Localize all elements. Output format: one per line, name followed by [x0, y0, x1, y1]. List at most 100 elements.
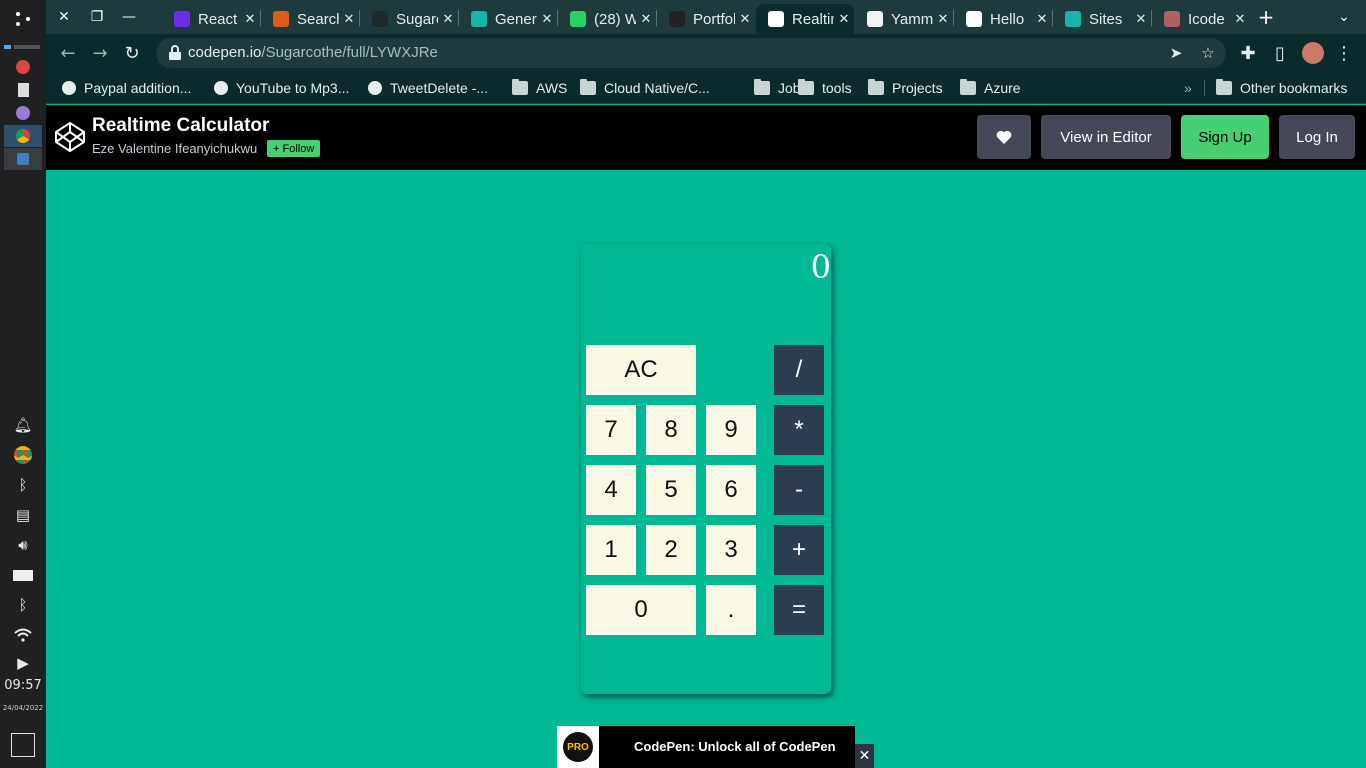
tab-favicon-icon [1164, 11, 1180, 27]
pen-author[interactable]: Eze Valentine Ifeanyichukwu [92, 141, 257, 156]
bookmark-item[interactable]: tools [798, 77, 852, 99]
launcher-icon[interactable] [12, 8, 34, 30]
menu-kebab-icon[interactable]: ⋮ [1332, 41, 1356, 65]
clear-button[interactable]: AC [586, 345, 696, 395]
volume-icon[interactable]: 🔊︎ [12, 534, 34, 556]
equals-button[interactable]: = [774, 585, 824, 635]
multiply-button[interactable]: * [774, 405, 824, 455]
tab-favicon-icon [768, 11, 784, 27]
tab-close-icon[interactable]: ✕ [537, 11, 557, 27]
minimize-window-icon[interactable]: — [119, 7, 139, 27]
tab-close-icon[interactable]: ✕ [735, 11, 755, 27]
log-in-button[interactable]: Log In [1279, 115, 1355, 159]
tab-close-icon[interactable]: ✕ [1032, 11, 1052, 27]
reload-icon[interactable]: ↻ [120, 41, 144, 65]
two-button[interactable]: 2 [646, 525, 696, 575]
tab-close-icon[interactable]: ✕ [834, 11, 854, 27]
profile-avatar[interactable] [1302, 42, 1324, 64]
eight-button[interactable]: 8 [646, 405, 696, 455]
browser-tab[interactable]: (28) WhatsApp✕ [558, 4, 656, 34]
clipboard-icon[interactable]: ▤ [12, 504, 34, 526]
tab-title: Yamm [891, 10, 933, 28]
bookmark-item[interactable]: Paypal addition... [62, 77, 191, 99]
sign-up-button[interactable]: Sign Up [1181, 115, 1269, 159]
address-bar[interactable]: codepen.io/Sugarcothe/full/LYWXJRe ➤ ☆ [156, 38, 1226, 68]
divide-button[interactable]: / [774, 345, 824, 395]
follow-button[interactable]: + Follow [267, 140, 321, 157]
battery-icon[interactable] [12, 564, 34, 586]
subtract-button[interactable]: - [774, 465, 824, 515]
tab-title: Generate [495, 10, 537, 28]
file-icon[interactable] [12, 79, 34, 101]
six-button[interactable]: 6 [706, 465, 756, 515]
tab-separator [1052, 10, 1053, 26]
back-icon[interactable]: ← [56, 41, 80, 65]
expand-arrow-icon[interactable]: ▶ [12, 652, 34, 674]
tab-close-icon[interactable]: ✕ [240, 11, 260, 27]
browser-tab[interactable]: Search✕ [261, 4, 359, 34]
browser-tab[interactable]: Sites ✕ [1053, 4, 1151, 34]
chrome-icon[interactable] [12, 444, 34, 466]
bluetooth-icon[interactable]: ᛒ [12, 594, 34, 616]
tab-search-icon[interactable]: ⌄ [1334, 7, 1354, 27]
bookmark-item[interactable]: Azure [960, 77, 1021, 99]
other-bookmarks[interactable]: Other bookmarks [1216, 77, 1347, 99]
nine-button[interactable]: 9 [706, 405, 756, 455]
bookmarks-divider [1204, 80, 1205, 96]
tab-title: Realtime Calculator [792, 10, 834, 28]
new-tab-icon[interactable]: + [1256, 5, 1276, 29]
bookmark-item[interactable]: YouTube to Mp3... [214, 77, 349, 99]
one-button[interactable]: 1 [586, 525, 636, 575]
browser-tab[interactable]: Sugarcothe✕ [360, 4, 458, 34]
tab-close-icon[interactable]: ✕ [636, 11, 656, 27]
tab-separator [458, 10, 459, 26]
app-icon-1[interactable] [12, 56, 34, 78]
tab-close-icon[interactable]: ✕ [1230, 11, 1250, 27]
decimal-button[interactable]: . [706, 585, 756, 635]
show-desktop-icon[interactable] [11, 733, 35, 757]
seven-button[interactable]: 7 [586, 405, 636, 455]
browser-tab[interactable]: React ✕ [162, 4, 260, 34]
zero-button[interactable]: 0 [586, 585, 696, 635]
tab-title: (28) WhatsApp [594, 10, 636, 28]
browser-tab[interactable]: Yamm ✕ [855, 4, 953, 34]
bookmark-item[interactable]: Projects [868, 77, 943, 99]
browser-tab[interactable]: Generate✕ [459, 4, 557, 34]
add-button[interactable]: + [774, 525, 824, 575]
restore-window-icon[interactable]: ❐ [87, 7, 107, 27]
tab-close-icon[interactable]: ✕ [438, 11, 458, 27]
heart-button[interactable] [977, 115, 1031, 159]
bookmark-item[interactable]: Cloud Native/C... [580, 77, 710, 99]
bookmark-star-icon[interactable]: ☆ [1198, 43, 1218, 63]
pro-promo-banner[interactable]: PRO CodePen: Unlock all of CodePen [557, 726, 855, 768]
wifi-icon[interactable] [12, 624, 34, 646]
view-in-editor-button[interactable]: View in Editor [1041, 115, 1171, 159]
browser-tab[interactable]: Realtime Calculator✕ [756, 4, 854, 34]
forward-icon[interactable]: → [88, 41, 112, 65]
bookmark-item[interactable]: TweetDelete -... [368, 77, 488, 99]
four-button[interactable]: 4 [586, 465, 636, 515]
bluetooth-tray-icon[interactable]: ᛒ [12, 474, 34, 496]
app-icon-2[interactable] [12, 102, 34, 124]
browser-tab[interactable]: Portfolio✕ [657, 4, 755, 34]
bookmark-item[interactable]: AWS [512, 77, 567, 99]
tab-close-icon[interactable]: ✕ [1131, 11, 1151, 27]
tab-separator [1151, 10, 1152, 26]
codepen-logo-icon[interactable] [54, 121, 86, 153]
vscode-app[interactable] [4, 148, 42, 170]
close-window-icon[interactable]: ✕ [54, 7, 74, 27]
five-button[interactable]: 5 [646, 465, 696, 515]
bookmarks-overflow-icon[interactable]: » [1184, 77, 1192, 99]
bell-icon[interactable]: 🔔︎ [12, 414, 34, 436]
browser-tab[interactable]: Icode ✕ [1152, 4, 1250, 34]
extensions-icon[interactable]: ✚ [1236, 41, 1260, 65]
chrome-app-active[interactable] [4, 125, 42, 147]
side-panel-icon[interactable]: ▯ [1268, 41, 1292, 65]
tab-close-icon[interactable]: ✕ [339, 11, 359, 27]
promo-close-icon[interactable]: ✕ [855, 744, 874, 768]
three-button[interactable]: 3 [706, 525, 756, 575]
browser-tab[interactable]: Hello ✕ [954, 4, 1052, 34]
send-tab-icon[interactable]: ➤ [1166, 43, 1186, 63]
tab-close-icon[interactable]: ✕ [933, 11, 953, 27]
tab-title: Icode [1188, 10, 1225, 28]
